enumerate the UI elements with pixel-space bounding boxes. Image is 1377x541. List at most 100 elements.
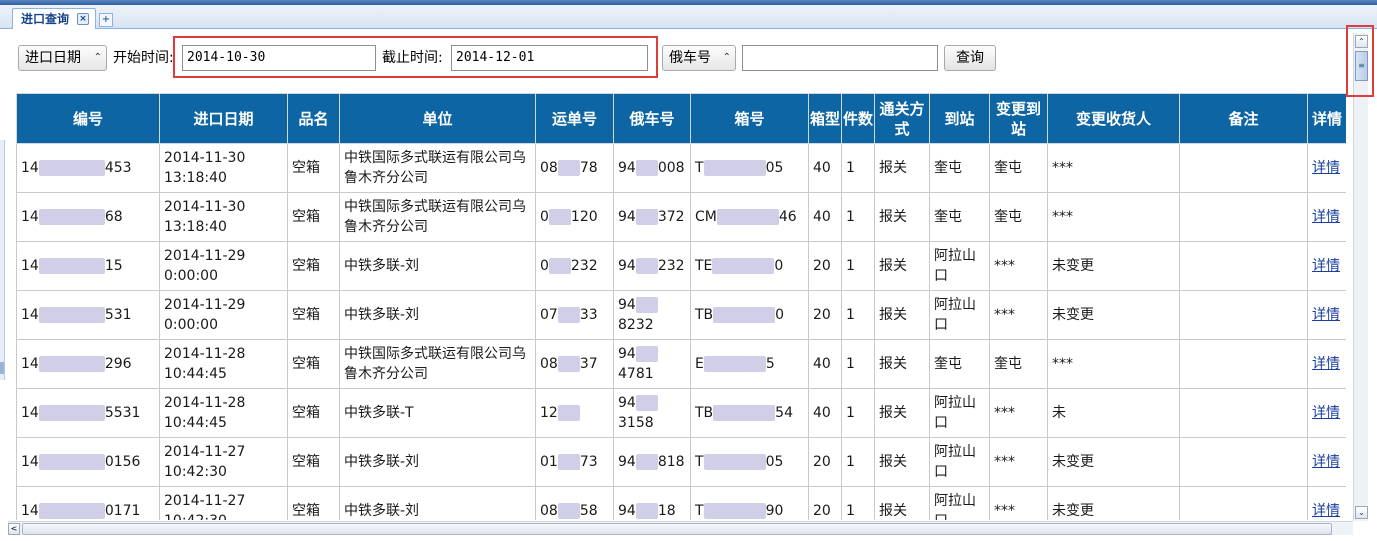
cell-container-type: 40 [808,339,842,389]
detail-link[interactable]: 详情 [1312,258,1340,274]
table-row[interactable]: 14 68 2014-11-30 13:18:40 空箱 中铁国际多式联运有限公司乌鲁木… [16,192,1346,242]
highlight-date-range [173,36,658,78]
table-row[interactable]: 14 0171 2014-11-27 10:42:30 空箱 中铁多联-刘 08 58 94 1… [16,486,1346,520]
column-header-container-type[interactable]: 箱型 [808,93,842,144]
cell-unit: 中铁国际多式联运有限公司乌鲁木齐分公司 [339,339,536,389]
cell-changed-station: *** [989,486,1048,520]
cell-changed-consignee: *** [1047,143,1180,193]
detail-link[interactable]: 详情 [1312,160,1340,176]
close-icon[interactable]: × [77,13,90,25]
date-type-select[interactable]: 进口日期 ⌃ [18,45,107,71]
cell-clearance: 报关 [874,388,930,438]
redacted-mask [38,258,105,274]
horizontal-scrollbar[interactable]: < [8,521,1353,535]
column-header-clearance[interactable]: 通关方式 [874,93,930,144]
cell-changed-consignee: 未变更 [1047,486,1180,520]
tab-import-query[interactable]: 进口查询 × [12,8,97,29]
changed-consignee-text: *** [1052,160,1073,176]
vertical-scrollbar[interactable]: ⌃ ≡ ⌄ [1353,33,1368,521]
redacted-mask [548,209,571,225]
cell-container-type: 40 [808,388,842,438]
column-header-waybill[interactable]: 运单号 [535,93,614,144]
cell-waybill: 0 120 [535,192,614,242]
table-row[interactable]: 14 15 2014-11-29 0:00:00 空箱 中铁多联-刘 0 232 94 232 T… [16,241,1346,291]
column-header-car-no[interactable]: 俄车号 [613,93,691,144]
changed-consignee-text: 未变更 [1052,307,1094,323]
cell-changed-consignee: 未变更 [1047,290,1180,340]
detail-link[interactable]: 详情 [1312,503,1340,519]
car-prefix: 94 [618,503,636,519]
id-suffix: 5531 [104,405,141,421]
container-type-text: 20 [813,503,831,519]
changed-station-text: 奎屯 [994,160,1022,176]
cell-container-no: TB 0 [690,290,809,340]
column-header-count[interactable]: 件数 [841,93,875,144]
clearance-text: 报关 [879,258,907,274]
waybill-suffix: 78 [579,160,598,176]
cell-id: 14 15 [16,241,160,291]
count-text: 1 [846,209,855,225]
column-header-product[interactable]: 品名 [287,93,340,144]
container-prefix: T [695,454,704,470]
cell-container-no: TB 54 [690,388,809,438]
cell-container-type: 40 [808,192,842,242]
car-number-input[interactable] [742,45,938,71]
column-header-remark[interactable]: 备注 [1179,93,1308,144]
cell-changed-consignee: 未变更 [1047,241,1180,291]
add-tab-icon[interactable]: + [99,13,113,27]
redacted-mask [635,503,658,519]
table-row[interactable]: 14 5531 2014-11-28 10:44:45 空箱 中铁多联-T 12 94 315… [16,388,1346,438]
changed-consignee-text: 未变更 [1052,454,1094,470]
table-row[interactable]: 14 453 2014-11-30 13:18:40 空箱 中铁国际多式联运有限公司乌鲁… [16,143,1346,193]
cell-product: 空箱 [287,290,340,340]
detail-link[interactable]: 详情 [1312,405,1340,421]
cell-container-no: TE 0 [690,241,809,291]
query-button[interactable]: 查询 [944,45,996,71]
column-header-import-date[interactable]: 进口日期 [159,93,288,144]
column-header-changed-consignee[interactable]: 变更收货人 [1047,93,1180,144]
car-type-select[interactable]: 俄车号 ⌃ [662,45,736,71]
table-row[interactable]: 14 0156 2014-11-27 10:42:30 空箱 中铁多联-刘 01 73 94 8… [16,437,1346,487]
left-collapse-handle[interactable] [0,140,5,380]
car-type-value: 俄车号 [669,50,711,66]
cell-remark [1179,241,1308,291]
cell-import-date: 2014-11-28 10:44:45 [159,388,288,438]
cell-remark [1179,339,1308,389]
column-header-changed-station[interactable]: 变更到站 [989,93,1048,144]
redacted-mask [557,503,580,519]
column-header-container-no[interactable]: 箱号 [690,93,809,144]
container-type-text: 40 [813,405,831,421]
redacted-mask [635,454,658,470]
table-row[interactable]: 14 296 2014-11-28 10:44:45 空箱 中铁国际多式联运有限公司乌鲁… [16,339,1346,389]
cell-remark [1179,388,1308,438]
id-prefix: 14 [21,454,39,470]
cell-car-no: 94 4781 [613,339,691,389]
column-header-station[interactable]: 到站 [929,93,990,144]
cell-count: 1 [841,290,875,340]
container-suffix: 90 [765,503,784,519]
container-suffix: 5 [765,356,775,372]
detail-link[interactable]: 详情 [1312,356,1340,372]
column-header-id[interactable]: 编号 [16,93,160,144]
detail-link[interactable]: 详情 [1312,209,1340,225]
table-row[interactable]: 14 531 2014-11-29 0:00:00 空箱 中铁多联-刘 07 33 94 823… [16,290,1346,340]
cell-waybill: 12 [535,388,614,438]
car-suffix: 818 [657,454,685,470]
unit-text: 中铁多联-刘 [344,258,420,274]
scroll-left-icon[interactable]: < [8,523,20,535]
unit-text: 中铁国际多式联运有限公司乌鲁木齐分公司 [344,346,526,382]
column-header-unit[interactable]: 单位 [339,93,536,144]
redacted-mask [716,209,779,225]
horizontal-scroll-thumb[interactable] [22,523,1332,535]
detail-link[interactable]: 详情 [1312,307,1340,323]
scroll-down-icon[interactable]: ⌄ [1355,506,1368,519]
cell-car-no: 94 232 [613,241,691,291]
detail-link[interactable]: 详情 [1312,454,1340,470]
column-header-detail[interactable]: 详情 [1307,93,1346,144]
cell-unit: 中铁国际多式联运有限公司乌鲁木齐分公司 [339,192,536,242]
cell-unit: 中铁多联-刘 [339,241,536,291]
cell-station: 奎屯 [929,143,990,193]
container-suffix: 46 [778,209,797,225]
clearance-text: 报关 [879,503,907,519]
import-date-text: 2014-11-29 0:00:00 [164,248,246,284]
